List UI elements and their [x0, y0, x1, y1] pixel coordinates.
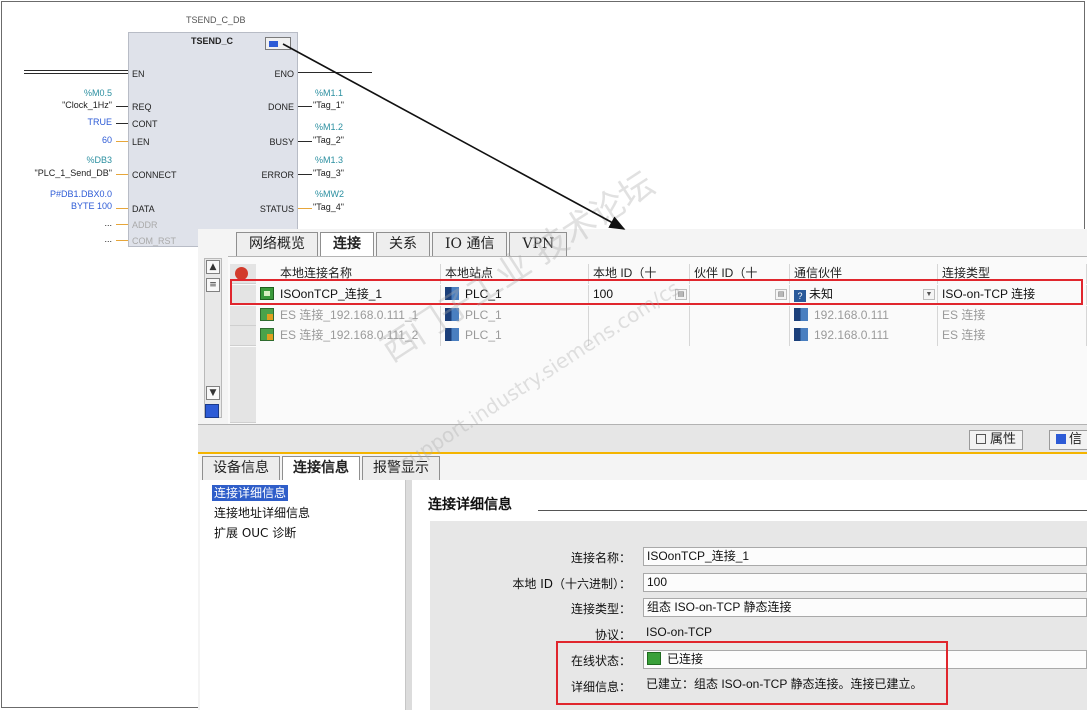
annotation-arrow [282, 43, 626, 230]
